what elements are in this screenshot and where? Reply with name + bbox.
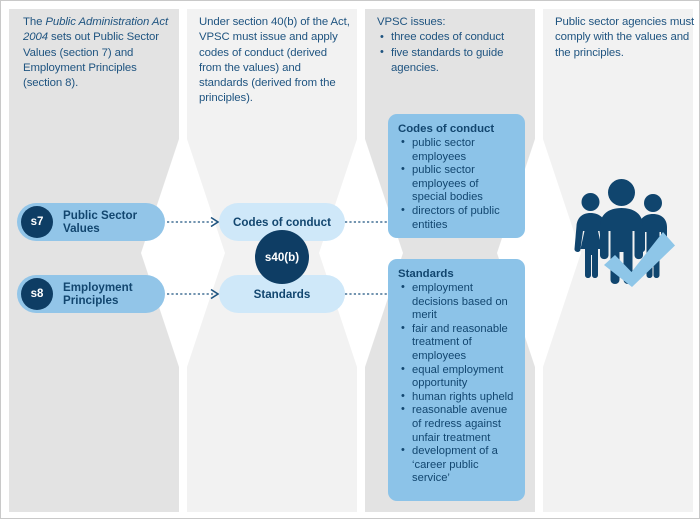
list-item: five standards to guide agencies.: [380, 45, 529, 77]
infobox-standards: Standards employment decisions based on …: [388, 259, 525, 501]
column-3-description: VPSC issues: three codes of conduct five…: [377, 15, 529, 76]
pill-employment-principles[interactable]: s8 Employment Principles: [17, 275, 165, 313]
list-item: reasonable avenue of redress against unf…: [401, 403, 515, 445]
column-4-description: Public sector agencies must comply with …: [555, 16, 695, 59]
list-item: employment decisions based on merit: [401, 281, 515, 323]
infobox-list-codes-of-conduct: public sector employees public sector em…: [398, 136, 515, 232]
dotted-arrow-icon-values-to-codes: [167, 216, 220, 228]
people-group-icon: [574, 179, 675, 287]
list-item: development of a ‘career public service’: [401, 444, 515, 486]
column-1-description: The Public Administration Act 2004 sets …: [23, 15, 175, 91]
pill-label-public-sector-values: Public Sector Values: [63, 208, 138, 235]
column-3-heading: VPSC issues:: [377, 16, 446, 28]
badge-s8: s8: [21, 278, 53, 310]
dotted-arrow-icon-principles-to-standards: [167, 288, 220, 300]
infobox-title-codes-of-conduct: Codes of conduct: [398, 123, 495, 135]
badge-s40b: s40(b): [255, 230, 309, 284]
list-item: three codes of conduct: [380, 30, 529, 46]
column-3-bullet-list: three codes of conduct five standards to…: [377, 30, 529, 76]
list-item: fair and reasonable treatment of employe…: [401, 322, 515, 364]
pill-public-sector-values[interactable]: s7 Public Sector Values: [17, 203, 165, 241]
infobox-title-standards: Standards: [398, 268, 454, 280]
list-item: directors of public entities: [401, 204, 515, 232]
list-item: public sector employees: [401, 136, 515, 164]
infobox-list-standards: employment decisions based on merit fair…: [398, 281, 515, 486]
column-1-text-part-1: The: [23, 16, 46, 28]
badge-s7: s7: [21, 206, 53, 238]
list-item: public sector employees of special bodie…: [401, 163, 515, 205]
list-item: human rights upheld: [401, 390, 515, 405]
diagram-canvas: The Public Administration Act 2004 sets …: [0, 0, 700, 519]
list-item: equal employment opportunity: [401, 363, 515, 391]
pill-label-employment-principles: Employment Principles: [63, 280, 133, 307]
column-2-description: Under section 40(b) of the Act, VPSC mus…: [199, 16, 350, 105]
infobox-codes-of-conduct: Codes of conduct public sector employees…: [388, 114, 525, 238]
